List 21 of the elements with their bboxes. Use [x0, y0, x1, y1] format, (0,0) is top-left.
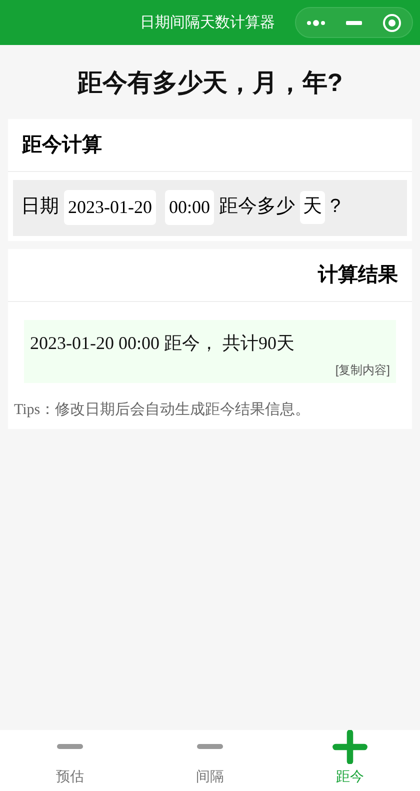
middle-text: 距今多少 — [219, 195, 296, 220]
close-icon[interactable] — [382, 12, 402, 32]
date-label: 日期 — [21, 195, 59, 220]
unit-field[interactable]: 天 — [300, 191, 326, 224]
card-title: 计算结果 — [8, 248, 412, 302]
date-field[interactable]: 2023-01-20 — [64, 190, 156, 225]
card-title: 距今计算 — [8, 118, 412, 172]
tips-text: Tips：修改日期后会自动生成距今结果信息。 — [13, 400, 312, 420]
page-heading: 距今有多少天，月，年? — [76, 68, 344, 99]
minimize-icon[interactable] — [346, 20, 362, 24]
question-mark: ? — [330, 195, 341, 220]
minus-icon — [197, 744, 223, 750]
copy-link[interactable]: [复制内容] — [335, 360, 390, 378]
minus-icon — [57, 744, 83, 750]
more-icon[interactable] — [306, 20, 326, 26]
plus-icon — [331, 730, 369, 764]
time-field[interactable]: 00:00 — [165, 190, 214, 225]
result-text: 2023-01-20 00:00 距今， 共计90天 — [30, 332, 296, 354]
tab[interactable]: 间隔 — [140, 730, 280, 791]
tab[interactable]: 预估 — [0, 730, 140, 791]
window-title: 日期间隔天数计算器 — [140, 13, 275, 33]
